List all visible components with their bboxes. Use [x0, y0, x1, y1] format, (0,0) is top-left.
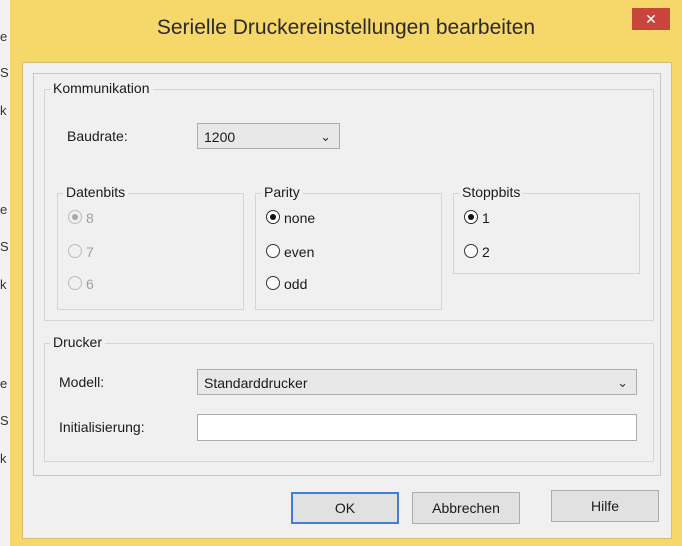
radio-selected-icon: [266, 210, 280, 224]
radio-selected-icon: [68, 210, 82, 224]
background-text: k: [0, 451, 7, 466]
radio-selected-icon: [464, 210, 478, 224]
chevron-down-icon: ⌄: [617, 375, 628, 390]
close-button[interactable]: ✕: [632, 8, 670, 30]
baudrate-value: 1200: [204, 129, 236, 145]
help-button[interactable]: Hilfe: [551, 490, 659, 522]
radio-label: 7: [86, 244, 94, 260]
radio-icon: [266, 276, 280, 290]
background-text: e: [0, 202, 8, 217]
modell-value: Standarddrucker: [204, 375, 308, 391]
modell-select[interactable]: Standarddrucker ⌄: [197, 369, 637, 395]
background-text: S: [0, 413, 9, 428]
chevron-down-icon: ⌄: [320, 129, 331, 144]
stoppbits-option-1[interactable]: 1: [464, 208, 524, 228]
radio-label: 8: [86, 210, 94, 226]
radio-label: 1: [482, 210, 490, 226]
radio-icon: [68, 244, 82, 258]
background-text: e: [0, 29, 8, 44]
initialisierung-input[interactable]: [197, 414, 637, 441]
background-text: k: [0, 103, 7, 118]
radio-label: odd: [284, 276, 308, 292]
parity-option-none[interactable]: none: [266, 208, 346, 228]
drucker-label: Drucker: [50, 334, 106, 350]
drucker-group: [44, 343, 654, 462]
cancel-button[interactable]: Abbrechen: [412, 492, 520, 524]
stoppbits-option-2[interactable]: 2: [464, 242, 524, 262]
background-text: S: [0, 65, 9, 80]
radio-icon: [266, 244, 280, 258]
datenbits-option-8[interactable]: 8: [68, 208, 128, 228]
parity-option-even[interactable]: even: [266, 242, 346, 262]
modell-label: Modell:: [59, 374, 105, 390]
background-text: k: [0, 277, 7, 292]
close-icon: ✕: [645, 11, 657, 27]
stoppbits-label: Stoppbits: [459, 184, 524, 200]
datenbits-label: Datenbits: [63, 184, 129, 200]
baudrate-label: Baudrate:: [67, 128, 128, 144]
parity-option-odd[interactable]: odd: [266, 274, 346, 294]
datenbits-option-6[interactable]: 6: [68, 274, 128, 294]
background-text: S: [0, 239, 9, 254]
radio-label: none: [284, 210, 316, 226]
dialog-title: Serielle Druckereinstellungen bearbeiten: [156, 16, 536, 39]
ok-button[interactable]: OK: [291, 492, 399, 524]
radio-icon: [464, 244, 478, 258]
radio-label: 2: [482, 244, 490, 260]
datenbits-option-7[interactable]: 7: [68, 242, 128, 262]
parity-label: Parity: [261, 184, 303, 200]
kommunikation-label: Kommunikation: [50, 80, 153, 96]
radio-label: even: [284, 244, 315, 260]
initialisierung-label: Initialisierung:: [59, 419, 145, 435]
radio-icon: [68, 276, 82, 290]
background-text: e: [0, 376, 8, 391]
radio-label: 6: [86, 276, 94, 292]
baudrate-select[interactable]: 1200 ⌄: [197, 123, 340, 149]
